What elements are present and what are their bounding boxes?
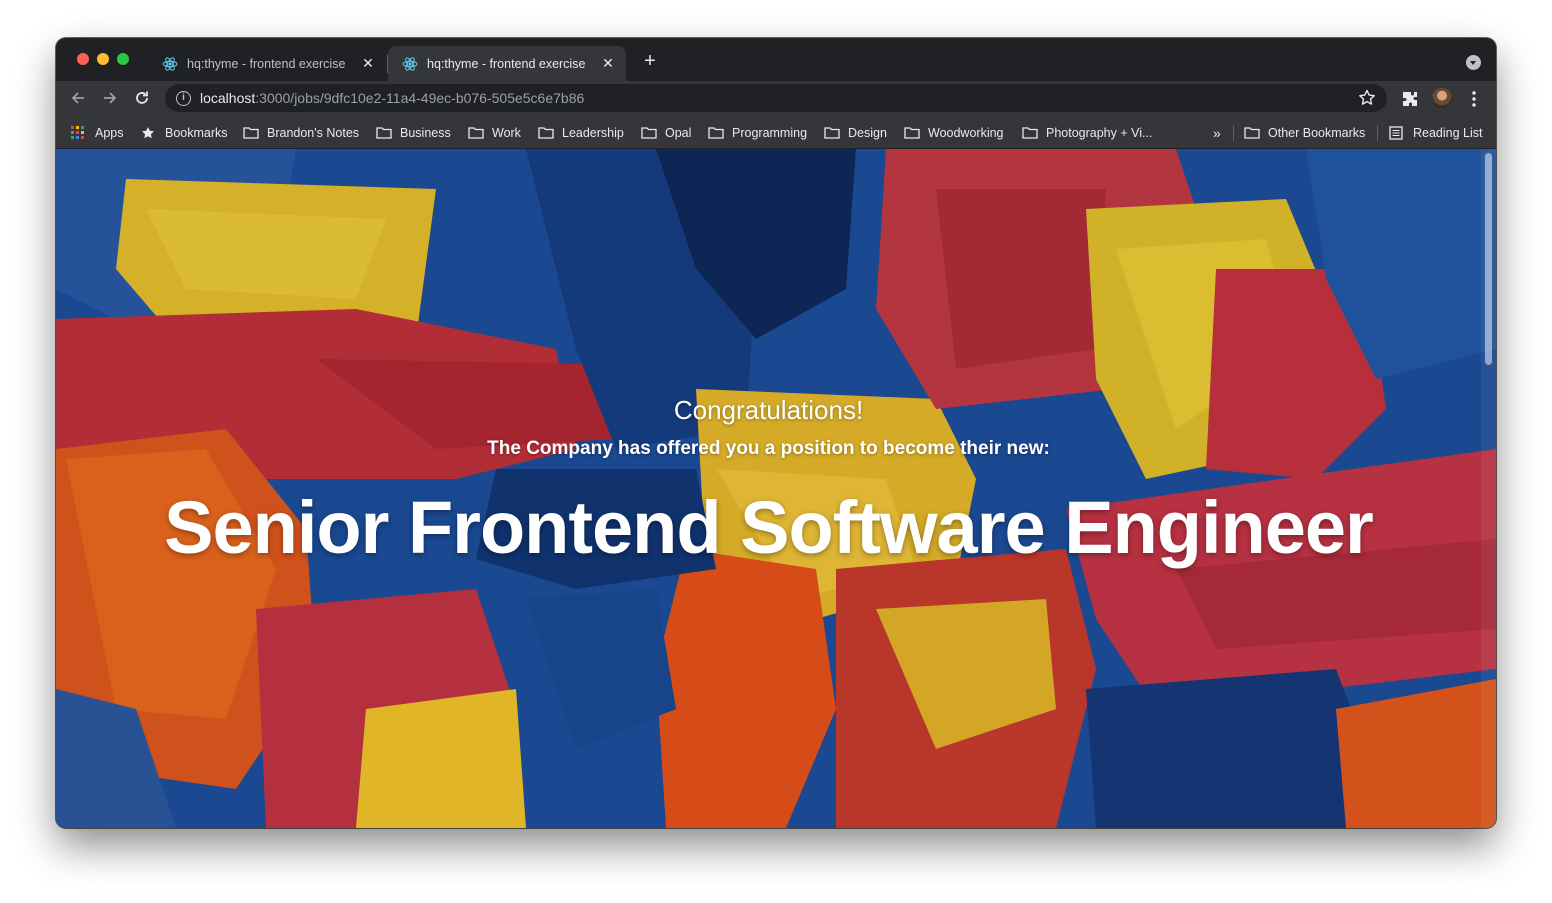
job-title: Senior Frontend Software Engineer: [164, 486, 1374, 569]
browser-window: hq:thyme - frontend exercise ✕ hq:thyme …: [56, 38, 1496, 828]
folder-icon: [468, 126, 484, 139]
congratulations-heading: Congratulations!: [673, 395, 864, 425]
bookmark-label: Opal: [665, 125, 692, 140]
bookmark-star-icon[interactable]: [1357, 88, 1377, 108]
folder-icon: [376, 126, 392, 139]
new-tab-button[interactable]: +: [640, 50, 660, 72]
bookmark-folder-design[interactable]: Design: [824, 116, 887, 149]
folder-icon: [641, 126, 657, 139]
reload-button[interactable]: [130, 86, 154, 110]
tab-title: hq:thyme - frontend exercise: [187, 56, 346, 71]
tab-search-icon[interactable]: [1466, 55, 1481, 70]
bookmark-folder-programming[interactable]: Programming: [708, 116, 807, 149]
apps-grid-icon: [71, 125, 87, 139]
folder-icon: [1022, 126, 1038, 139]
folder-icon: [904, 126, 920, 139]
tab-active[interactable]: hq:thyme - frontend exercise ✕: [388, 46, 626, 81]
reload-icon: [136, 91, 148, 104]
bookmark-folder-business[interactable]: Business: [376, 116, 451, 149]
bookmark-label: Design: [848, 125, 887, 140]
extensions-icon[interactable]: [1399, 88, 1421, 110]
close-tab-icon[interactable]: ✕: [600, 55, 616, 72]
bookmarks-divider: [1377, 125, 1378, 141]
bookmark-label: Work: [492, 125, 521, 140]
bookmark-label: Bookmarks: [165, 125, 228, 140]
bookmark-label: Other Bookmarks: [1268, 125, 1366, 140]
folder-icon: [1244, 126, 1260, 139]
close-tab-icon[interactable]: ✕: [360, 55, 376, 72]
bookmark-label: Woodworking: [928, 125, 1004, 140]
folder-icon: [538, 126, 554, 139]
tab-strip: hq:thyme - frontend exercise ✕ hq:thyme …: [56, 38, 1496, 81]
star-icon: [141, 126, 157, 139]
bookmark-label: Reading List: [1413, 125, 1483, 140]
minimize-window-button[interactable]: [97, 53, 109, 65]
reading-list-button[interactable]: Reading List: [1389, 116, 1483, 149]
profile-avatar[interactable]: [1432, 88, 1452, 108]
bookmark-bookmarks[interactable]: Bookmarks: [141, 116, 228, 149]
offer-subheading: The Company has offered you a position t…: [487, 438, 1050, 459]
fullscreen-window-button[interactable]: [117, 53, 129, 65]
react-favicon-icon: [402, 56, 418, 71]
bookmark-label: Brandon's Notes: [267, 125, 360, 140]
arrow-right-icon: [104, 92, 117, 104]
bookmarks-bar: Apps Bookmarks Brandon's Notes Business …: [56, 116, 1496, 149]
back-button[interactable]: [66, 86, 90, 110]
reading-list-icon: [1389, 125, 1405, 140]
folder-icon: [243, 126, 259, 139]
bookmark-folder-opal[interactable]: Opal: [641, 116, 691, 149]
page-scrollbar[interactable]: [1481, 149, 1496, 828]
bookmark-other-bookmarks[interactable]: Other Bookmarks: [1244, 116, 1365, 149]
close-window-button[interactable]: [77, 53, 89, 65]
bookmark-folder-brandons-notes[interactable]: Brandon's Notes: [243, 116, 359, 149]
offer-hero: Congratulations! The Company has offered…: [56, 149, 1481, 828]
bookmarks-divider: [1233, 125, 1234, 141]
bookmark-label: Programming: [732, 125, 808, 140]
bookmark-label: Photography + Vi...: [1046, 125, 1153, 140]
bookmark-folder-leadership[interactable]: Leadership: [538, 116, 624, 149]
bookmarks-overflow-button[interactable]: »: [1213, 116, 1221, 149]
bookmark-label: Business: [400, 125, 451, 140]
tab-title: hq:thyme - frontend exercise: [427, 56, 586, 71]
folder-icon: [824, 126, 840, 139]
site-info-icon[interactable]: i: [176, 90, 191, 106]
more-menu-icon[interactable]: [1463, 88, 1485, 110]
bookmark-label: Apps: [95, 125, 124, 140]
bookmark-folder-work[interactable]: Work: [468, 116, 521, 149]
react-favicon-icon: [162, 56, 178, 71]
url-path: :3000/jobs/9dfc10e2-11a4-49ec-b076-505e5…: [255, 90, 585, 106]
tab-inactive[interactable]: hq:thyme - frontend exercise ✕: [148, 46, 386, 81]
forward-button[interactable]: [98, 86, 122, 110]
page-content: Congratulations! The Company has offered…: [56, 149, 1496, 828]
url-host: localhost: [200, 90, 256, 106]
bookmark-folder-photography[interactable]: Photography + Vi...: [1022, 116, 1152, 149]
bookmark-apps[interactable]: Apps: [71, 116, 124, 149]
folder-icon: [708, 126, 724, 139]
chevron-double-right-icon: »: [1213, 124, 1221, 141]
arrow-left-icon: [71, 92, 84, 104]
scrollbar-thumb[interactable]: [1485, 153, 1492, 365]
bookmark-folder-woodworking[interactable]: Woodworking: [904, 116, 1004, 149]
toolbar: i localhost:3000/jobs/9dfc10e2-11a4-49ec…: [56, 81, 1496, 116]
address-bar[interactable]: i localhost:3000/jobs/9dfc10e2-11a4-49ec…: [165, 84, 1387, 112]
bookmark-label: Leadership: [562, 125, 624, 140]
